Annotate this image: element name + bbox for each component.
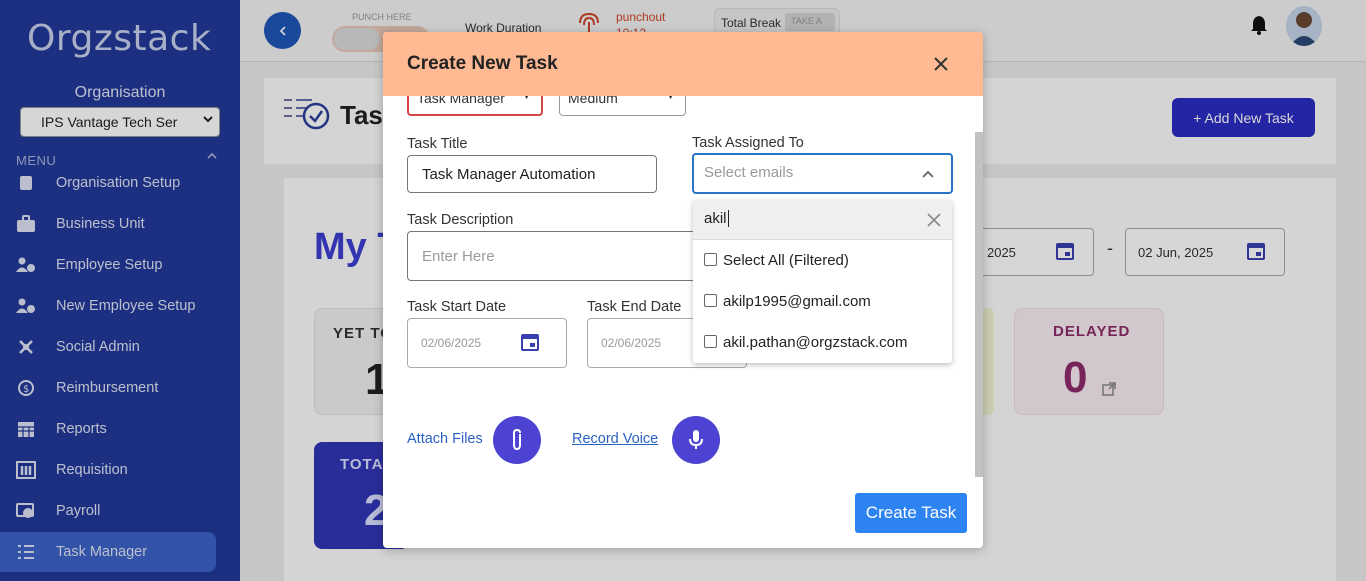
assigned-emails-select[interactable]: Select emails <box>692 153 953 194</box>
microphone-icon <box>689 430 703 449</box>
task-assigned-label: Task Assigned To <box>692 135 804 151</box>
email-search-value: akil <box>704 210 727 227</box>
task-start-date-input[interactable]: 02/06/2025 <box>407 318 567 368</box>
option-email[interactable]: akilp1995@gmail.com <box>693 282 952 322</box>
task-description-label: Task Description <box>407 212 514 228</box>
assigned-emails-placeholder: Select emails <box>704 164 794 181</box>
task-title-input[interactable]: Task Manager Automation <box>407 155 657 193</box>
option-label: akil.pathan@orgzstack.com <box>723 334 908 351</box>
paperclip-icon <box>513 428 521 451</box>
email-dropdown: akil Select All (Filtered) akilp1995@gma… <box>693 200 952 363</box>
record-button[interactable] <box>672 416 720 464</box>
option-select-all[interactable]: Select All (Filtered) <box>693 241 952 281</box>
modal-title: Create New Task <box>407 53 558 74</box>
task-start-date-label: Task Start Date <box>407 299 507 315</box>
option-label: Select All (Filtered) <box>723 252 849 269</box>
modal-scrollbar[interactable] <box>975 132 983 477</box>
create-task-modal: Task Manager ▼ Medium ▼ Create New Task … <box>383 32 983 548</box>
option-label: akilp1995@gmail.com <box>723 293 871 310</box>
create-task-button[interactable]: Create Task <box>855 493 967 533</box>
attach-button[interactable] <box>493 416 541 464</box>
record-voice-link[interactable]: Record Voice <box>572 431 658 447</box>
task-title-label: Task Title <box>407 136 468 152</box>
task-end-date-value: 02/06/2025 <box>601 336 662 350</box>
email-search-input[interactable]: akil <box>693 200 952 240</box>
task-end-date-label: Task End Date <box>587 299 682 315</box>
chevron-up-icon <box>921 166 935 183</box>
task-start-date-value: 02/06/2025 <box>421 336 482 350</box>
attach-files-link[interactable]: Attach Files <box>407 431 483 447</box>
clear-icon[interactable] <box>926 212 942 232</box>
calendar-icon[interactable] <box>520 332 540 355</box>
checkbox[interactable] <box>704 294 717 307</box>
close-icon[interactable] <box>931 54 951 74</box>
checkbox[interactable] <box>704 335 717 348</box>
modal-header: Create New Task <box>383 32 983 96</box>
option-email[interactable]: akil.pathan@orgzstack.com <box>693 323 952 363</box>
checkbox[interactable] <box>704 253 717 266</box>
